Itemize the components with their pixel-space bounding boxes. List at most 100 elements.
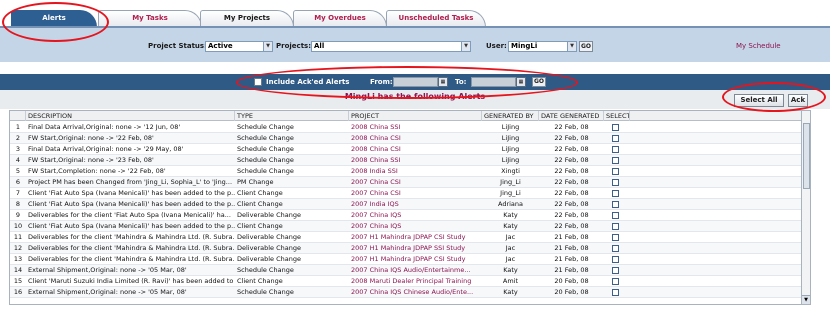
row-select-checkbox[interactable] [612,212,619,219]
scrollbar-thumb[interactable] [803,123,810,189]
scroll-down-icon[interactable]: ▼ [802,295,810,304]
row-description: FW Start,Original: none -> '22 Feb, 08' [28,134,154,142]
row-date-generated: 22 Feb, 08 [554,178,589,186]
row-select-checkbox[interactable] [612,223,619,230]
projects-select[interactable]: All ▼ [311,41,471,52]
column-header-type[interactable]: TYPE [235,111,349,121]
table-row[interactable]: 7 Client 'Fiat Auto Spa (Ivana Menicali)'… [10,188,809,199]
table-row[interactable]: 10 Client 'Fiat Auto Spa (Ivana Menicali)… [10,221,809,232]
column-header-select: SELECT [606,111,630,121]
row-generated-by: Amit [502,277,519,285]
column-header-generated-by[interactable]: GENERATED BY [482,111,539,121]
column-header-project[interactable]: PROJECT [349,111,482,121]
row-select-checkbox[interactable] [612,201,619,208]
row-generated-by: Katy [503,266,518,274]
table-row[interactable]: 12 Deliverables for the client 'Mahindra … [10,243,809,254]
tab-my-projects[interactable]: My Projects [200,10,294,27]
row-select-checkbox[interactable] [612,157,619,164]
row-description: Deliverables for the client 'Mahindra & … [28,244,235,252]
row-project-link[interactable]: 2007 H1 Mahindra JDPAP CSI Study [349,232,482,243]
row-select-checkbox[interactable] [612,190,619,197]
row-project-link[interactable]: 2007 India IQS [349,199,482,210]
row-project-link[interactable]: 2007 China IQS Chinese Audio/Ente... [349,287,482,298]
table-row[interactable]: 16 External Shipment,Original: none -> '0… [10,287,809,298]
row-select-checkbox[interactable] [612,289,619,296]
row-select-checkbox[interactable] [612,234,619,241]
row-select-checkbox[interactable] [612,267,619,274]
row-type: Schedule Change [237,288,294,296]
row-generated-by: LiJing [501,156,520,164]
row-description: Deliverables for the client 'Fiat Auto S… [28,211,231,219]
table-row[interactable]: 1 Final Data Arrival,Original: none -> '1… [10,122,809,133]
table-row[interactable]: 4 FW Start,Original: none -> '23 Feb, 08'… [10,155,809,166]
table-row[interactable]: 2 FW Start,Original: none -> '22 Feb, 08'… [10,133,809,144]
row-project-link[interactable]: 2008 India SSI [349,166,482,177]
row-date-generated: 20 Feb, 08 [554,288,589,296]
table-row[interactable]: 13 Deliverables for the client 'Mahindra … [10,254,809,265]
vertical-scrollbar[interactable]: ▼ [801,110,811,305]
row-select-checkbox[interactable] [612,278,619,285]
tab-unscheduled-tasks[interactable]: Unscheduled Tasks [386,10,486,27]
table-row[interactable]: 6 Project PM has been Changed from 'Jing_… [10,177,809,188]
row-index: 16 [13,288,23,296]
row-date-generated: 22 Feb, 08 [554,211,589,219]
row-date-generated: 22 Feb, 08 [554,134,589,142]
row-generated-by: Katy [503,222,518,230]
column-header-date-generated[interactable]: DATE GENERATED [539,111,604,121]
table-row[interactable]: 3 Final Data Arrival,Original: none -> '2… [10,144,809,155]
row-index: 4 [15,156,21,164]
row-select-checkbox[interactable] [612,256,619,263]
row-generated-by: Jac [505,233,516,241]
row-project-link[interactable]: 2008 Maruti Dealer Principal Training [349,276,482,287]
row-generated-by: Katy [503,288,518,296]
project-status-label: Project Status: [148,42,207,50]
row-project-link[interactable]: 2007 China CSI [349,177,482,188]
table-row[interactable]: 14 External Shipment,Original: none -> '0… [10,265,809,276]
row-select-checkbox[interactable] [612,245,619,252]
row-date-generated: 21 Feb, 08 [554,233,589,241]
row-select-checkbox[interactable] [612,124,619,131]
row-type: Schedule Change [237,167,294,175]
row-select-checkbox[interactable] [612,146,619,153]
row-project-link[interactable]: 2007 H1 Mahindra JDPAP CSI Study [349,254,482,265]
row-project-link[interactable]: 2007 China IQS [349,221,482,232]
row-select-checkbox[interactable] [612,135,619,142]
tab-my-tasks[interactable]: My Tasks [98,10,202,27]
projects-value: All [314,42,325,50]
row-generated-by: LiJing [501,123,520,131]
row-generated-by: LiJing [501,145,520,153]
row-project-link[interactable]: 2008 China CSI [349,144,482,155]
row-index: 10 [13,222,23,230]
table-row[interactable]: 5 FW Start,Completion: none -> '22 Feb, 0… [10,166,809,177]
row-description: FW Start,Original: none -> '23 Feb, 08' [28,156,154,164]
project-status-select[interactable]: Active ▼ [205,41,273,52]
annotation-oval-tabs [2,2,109,42]
row-project-link[interactable]: 2007 H1 Mahindra JDPAP SSI Study [349,243,482,254]
table-row[interactable]: 9 Deliverables for the client 'Fiat Auto … [10,210,809,221]
row-description: FW Start,Completion: none -> '22 Feb, 08… [28,167,166,175]
row-generated-by: Jac [505,244,516,252]
table-row[interactable]: 8 Client 'Fiat Auto Spa (Ivana Menicali)'… [10,199,809,210]
user-select[interactable]: MingLi ▼ [508,41,577,52]
my-schedule-link[interactable]: My Schedule [736,42,781,50]
row-project-link[interactable]: 2008 China SSI [349,155,482,166]
row-index: 5 [15,167,21,175]
row-project-link[interactable]: 2008 China CSI [349,133,482,144]
row-project-link[interactable]: 2007 China CSI [349,188,482,199]
row-project-link[interactable]: 2008 China SSI [349,122,482,133]
row-index: 15 [13,277,23,285]
row-type: Client Change [237,277,283,285]
row-select-checkbox[interactable] [612,179,619,186]
row-select-checkbox[interactable] [612,168,619,175]
column-header-index [10,111,26,121]
row-generated-by: Jac [505,255,516,263]
tab-my-overdues[interactable]: My Overdues [293,10,387,27]
table-row[interactable]: 15 Client 'Maruti Suzuki India Limited (R… [10,276,809,287]
row-type: Client Change [237,200,283,208]
row-description: Final Data Arrival,Original: none -> '29… [28,145,184,153]
filter-go-button[interactable]: GO [579,41,593,52]
column-header-description[interactable]: DESCRIPTION [26,111,235,121]
row-project-link[interactable]: 2007 China IQS [349,210,482,221]
table-row[interactable]: 11 Deliverables for the client 'Mahindra … [10,232,809,243]
row-project-link[interactable]: 2007 China IQS Audio/Entertainme... [349,265,482,276]
